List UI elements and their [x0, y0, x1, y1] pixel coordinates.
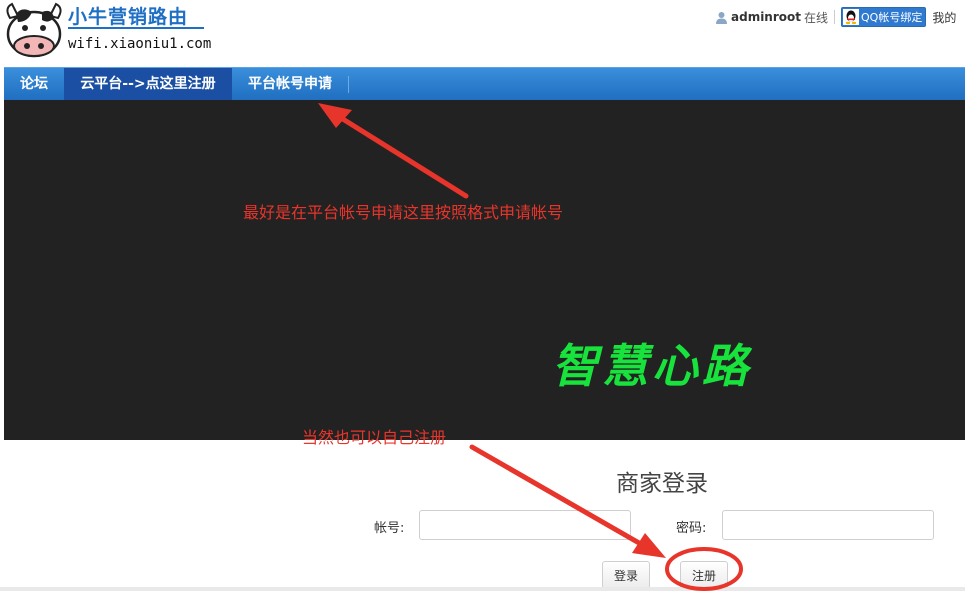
nav-item-forum[interactable]: 论坛	[4, 68, 64, 101]
banner-logo-text: 智慧心路	[552, 339, 752, 393]
qq-bind-button[interactable]: QQ帐号绑定	[841, 7, 927, 27]
nav-item-cloud-platform[interactable]: 云平台-->点这里注册	[64, 68, 232, 101]
nav-item-account-apply[interactable]: 平台帐号申请	[232, 68, 348, 101]
online-status: 在线	[804, 10, 829, 25]
divider	[834, 10, 836, 24]
hero-banner	[4, 100, 965, 440]
brand-title: 小牛营销路由	[68, 6, 189, 28]
annotation-apply-account: 最好是在平台帐号申请这里按照格式申请帐号	[243, 203, 564, 222]
annotation-self-register: 当然也可以自己注册	[302, 428, 447, 447]
account-label: 帐号:	[374, 521, 405, 536]
footer-divider	[0, 587, 965, 591]
username-link[interactable]: adminroot	[731, 10, 801, 24]
qq-penguin-icon	[843, 9, 860, 25]
brand-url: wifi.xiaoniu1.com	[68, 36, 212, 52]
user-bar: adminroot 在线 QQ帐号绑定 我的	[715, 7, 956, 27]
nav-divider	[348, 76, 349, 93]
brand-logo[interactable]	[2, 0, 66, 58]
login-title: 商家登录	[616, 471, 708, 497]
login-button[interactable]: 登录	[602, 561, 650, 589]
my-link[interactable]: 我的	[932, 9, 956, 26]
password-input[interactable]	[722, 510, 934, 540]
account-input[interactable]	[419, 510, 631, 540]
main-nav: 论坛 云平台-->点这里注册 平台帐号申请	[4, 67, 965, 101]
cow-logo-icon	[2, 0, 66, 58]
user-icon	[716, 11, 727, 24]
qq-bind-label: QQ帐号绑定	[861, 11, 923, 24]
brand-underline	[68, 27, 204, 29]
password-label: 密码:	[676, 521, 707, 536]
register-button[interactable]: 注册	[680, 561, 728, 589]
